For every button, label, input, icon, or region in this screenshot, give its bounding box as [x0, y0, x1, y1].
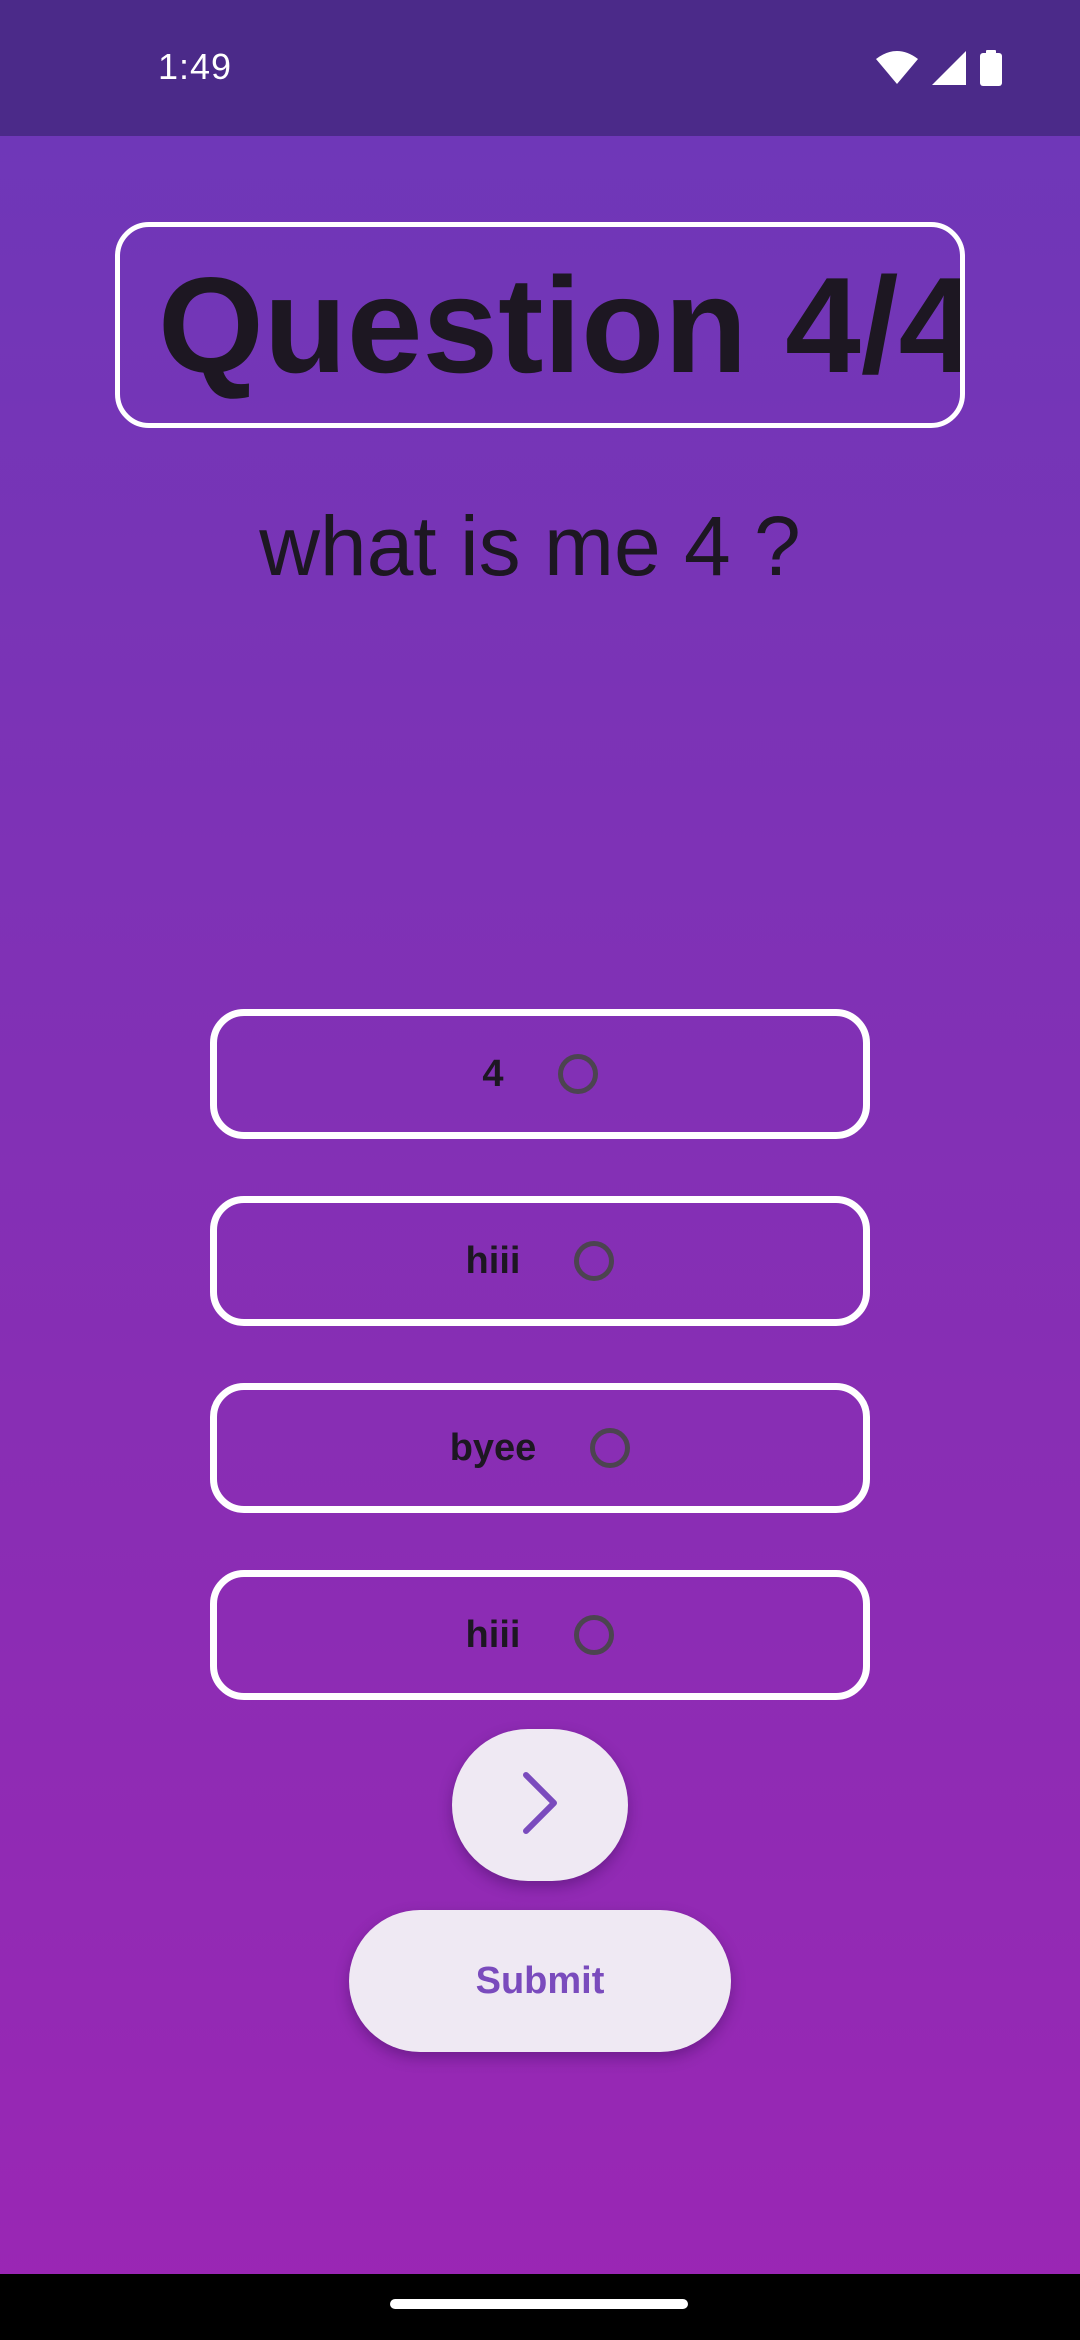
status-time: 1:49 — [158, 46, 233, 87]
wifi-icon — [876, 51, 918, 90]
radio-button[interactable] — [574, 1241, 615, 1281]
radio-button[interactable] — [574, 1615, 615, 1655]
answer-option[interactable]: byee — [210, 1383, 870, 1513]
question-counter: Question 4/4 — [158, 249, 965, 401]
answer-option-label: hiii — [465, 1239, 521, 1282]
answer-option[interactable]: 4 — [210, 1009, 870, 1139]
answer-option-label: 4 — [482, 1052, 504, 1095]
quiz-screen: 1:49 Question 4/4 what is me 4 ? 4 hiii … — [0, 0, 1080, 2340]
answer-option-label: hiii — [465, 1613, 521, 1656]
status-bar: 1:49 — [0, 0, 1080, 136]
submit-button[interactable]: Submit — [349, 1910, 731, 2052]
cellular-signal-icon — [932, 51, 966, 90]
battery-icon — [980, 50, 1002, 91]
question-text: what is me 4 ? — [259, 499, 801, 593]
question-counter-box: Question 4/4 — [115, 222, 965, 428]
chevron-right-icon — [520, 1771, 560, 1840]
status-icons — [876, 50, 1002, 91]
radio-button[interactable] — [557, 1054, 598, 1094]
home-indicator[interactable] — [390, 2299, 688, 2309]
answer-option[interactable]: hiii — [210, 1570, 870, 1700]
answer-option-label: byee — [449, 1426, 537, 1469]
radio-button[interactable] — [590, 1428, 631, 1468]
answer-option[interactable]: hiii — [210, 1196, 870, 1326]
next-button[interactable] — [452, 1729, 628, 1881]
